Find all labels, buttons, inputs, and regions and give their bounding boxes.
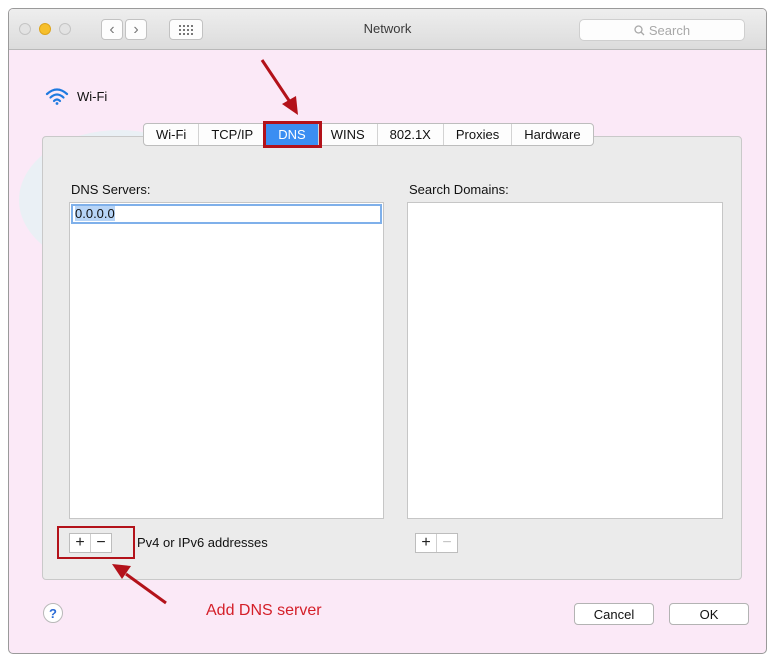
list-item[interactable]: 0.0.0.0 [71,204,382,224]
interface-name: Wi-Fi [77,88,108,104]
preferences-content: Wi-Fi Wi-Fi TCP/IP DNS WINS 802.1X Proxi… [9,50,766,653]
tab-hardware[interactable]: Hardware [512,124,592,145]
search-placeholder: Search [648,22,691,38]
ok-button[interactable]: OK [669,603,749,625]
tab-proxies[interactable]: Proxies [444,124,513,145]
dns-hint-text: Pv4 or IPv6 addresses [137,535,268,550]
tab-8021x[interactable]: 802.1X [378,124,444,145]
tab-wifi[interactable]: Wi-Fi [144,124,200,145]
tab-bar: Wi-Fi TCP/IP DNS WINS 802.1X Proxies Har… [143,123,594,146]
dns-servers-label: DNS Servers: [71,182,151,197]
network-window: ‹ › Network Search Wi-Fi Wi-Fi TCP/IP DN… [8,8,767,654]
add-search-domain-button[interactable]: + [416,534,436,552]
tab-tcpip[interactable]: TCP/IP [199,124,267,145]
highlight-box [57,526,135,559]
cancel-button[interactable]: Cancel [574,603,654,625]
dns-server-entry: 0.0.0.0 [75,206,115,221]
search-field[interactable]: Search [579,19,745,41]
magnifier-icon [634,24,645,35]
title-bar: ‹ › Network Search [9,9,766,50]
dns-servers-list[interactable]: 0.0.0.0 [69,202,384,519]
remove-search-domain-button[interactable]: − [436,534,457,552]
help-button[interactable]: ? [43,603,63,623]
tab-dns[interactable]: DNS [266,124,319,145]
interface-header: Wi-Fi [45,87,107,105]
search-domains-list[interactable] [407,202,723,519]
annotation-text: Add DNS server [206,602,322,619]
tab-wins[interactable]: WINS [319,124,378,145]
wifi-icon [45,88,69,105]
domains-add-remove: + − [415,533,458,553]
search-domains-label: Search Domains: [409,182,509,197]
